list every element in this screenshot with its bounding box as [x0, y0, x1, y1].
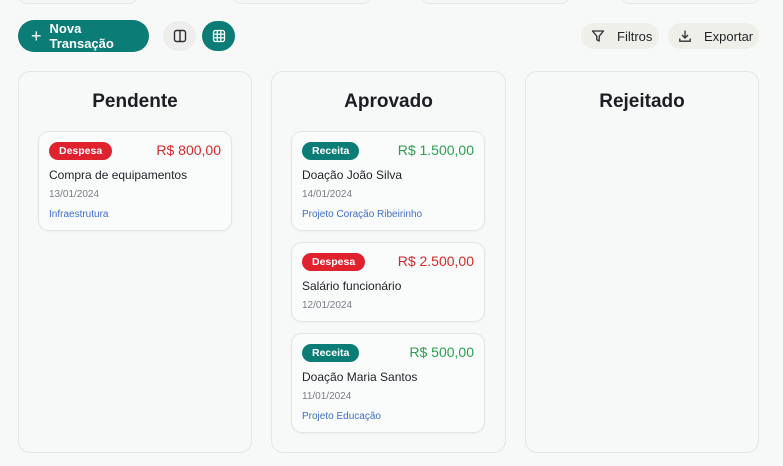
grid-icon — [212, 29, 225, 43]
plus-icon: + — [31, 26, 42, 46]
column-aprovado: Aprovado Receita R$ 1.500,00 Doação João… — [271, 71, 506, 453]
column-title: Rejeitado — [599, 91, 685, 112]
transaction-card[interactable]: Receita R$ 500,00 Doação Maria Santos 11… — [291, 333, 485, 433]
description: Doação João Silva — [302, 168, 403, 182]
transaction-card[interactable]: Receita R$ 1.500,00 Doação João Silva 14… — [291, 131, 485, 231]
toolbar: + Nova Transação Filtros Exportar — [0, 0, 783, 70]
column-pendente: Pendente Despesa R$ 800,00 Compra de equ… — [18, 71, 252, 453]
column-rejeitado: Rejeitado — [525, 71, 759, 453]
project-link[interactable]: Projeto Coração Ribeirinho — [302, 209, 422, 220]
table-view-button[interactable] — [202, 21, 235, 51]
export-label: Exportar — [704, 28, 754, 44]
date: 12/01/2024 — [302, 300, 353, 311]
new-transaction-label: Nova Transação — [49, 21, 114, 51]
transaction-card[interactable]: Despesa R$ 2.500,00 Salário funcionário … — [291, 242, 485, 322]
type-badge: Despesa — [49, 142, 113, 160]
date: 11/01/2024 — [302, 391, 352, 402]
download-icon — [679, 30, 691, 42]
type-badge: Despesa — [302, 253, 366, 271]
filters-button[interactable]: Filtros — [581, 23, 659, 49]
amount: R$ 2.500,00 — [397, 253, 474, 269]
filter-icon — [591, 30, 605, 42]
kanban-view-button[interactable] — [163, 21, 196, 51]
export-button[interactable]: Exportar — [668, 23, 759, 49]
description: Doação Maria Santos — [302, 370, 418, 384]
description: Salário funcionário — [302, 279, 402, 293]
type-badge: Receita — [302, 344, 360, 362]
date: 13/01/2024 — [49, 189, 100, 200]
amount: R$ 500,00 — [409, 344, 474, 360]
amount: R$ 800,00 — [156, 142, 221, 158]
project-link[interactable]: Projeto Educação — [302, 411, 381, 422]
amount: R$ 1.500,00 — [397, 142, 474, 158]
column-title: Pendente — [92, 91, 178, 112]
transaction-card[interactable]: Despesa R$ 800,00 Compra de equipamentos… — [38, 131, 232, 231]
date: 14/01/2024 — [302, 189, 353, 200]
filters-label: Filtros — [617, 28, 653, 44]
type-badge: Receita — [302, 142, 360, 160]
project-link[interactable]: Infraestrutura — [49, 209, 108, 220]
column-title: Aprovado — [344, 91, 433, 112]
columns-icon — [173, 29, 186, 43]
new-transaction-button[interactable]: + Nova Transação — [18, 20, 149, 52]
description: Compra de equipamentos — [49, 168, 188, 182]
